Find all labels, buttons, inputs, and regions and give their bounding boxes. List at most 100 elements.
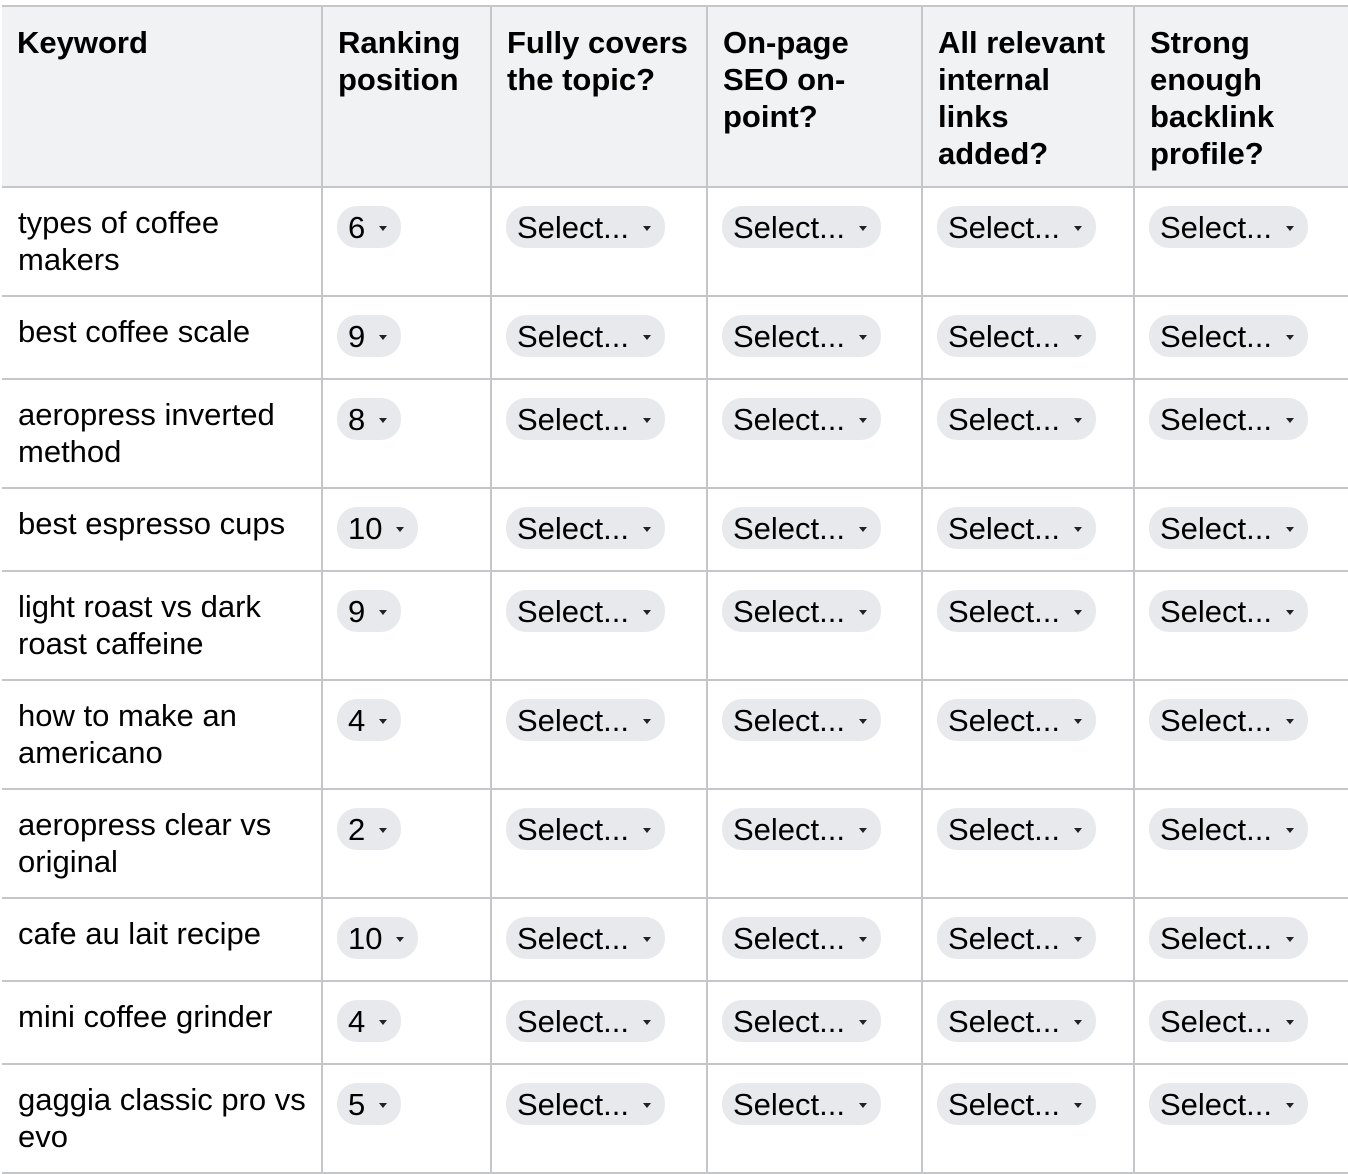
dropdown-value: Select... — [1160, 811, 1272, 847]
fully-covers-dropdown[interactable]: Select... — [506, 1083, 665, 1125]
backlinks-dropdown[interactable]: Select... — [1149, 808, 1308, 850]
internal-links-dropdown[interactable]: Select... — [937, 1083, 1096, 1125]
table-row: best coffee scale 9 Select... Select... … — [2, 295, 1348, 380]
dropdown-arrow-icon — [643, 334, 651, 340]
dropdown-arrow-icon — [1286, 1102, 1294, 1108]
dropdown-arrow-icon — [1286, 526, 1294, 532]
onpage-seo-dropdown[interactable]: Select... — [722, 699, 881, 741]
ranking-value: 4 — [348, 702, 366, 738]
onpage-seo-dropdown[interactable]: Select... — [722, 917, 881, 959]
ranking-dropdown[interactable]: 6 — [337, 206, 402, 248]
ranking-dropdown[interactable]: 2 — [337, 808, 402, 850]
fully-covers-dropdown[interactable]: Select... — [506, 699, 665, 741]
dropdown-arrow-icon — [859, 609, 867, 615]
ranking-dropdown[interactable]: 8 — [337, 398, 402, 440]
backlinks-dropdown[interactable]: Select... — [1149, 917, 1308, 959]
ranking-dropdown[interactable]: 10 — [337, 507, 419, 549]
keyword-text: mini coffee grinder — [18, 999, 273, 1034]
onpage-seo-cell: Select... — [706, 679, 923, 790]
keyword-text: how to make an americano — [18, 698, 237, 770]
ranking-value: 5 — [348, 1086, 366, 1122]
dropdown-arrow-icon — [379, 334, 388, 340]
keyword-text: best coffee scale — [18, 314, 251, 349]
backlinks-dropdown[interactable]: Select... — [1149, 699, 1308, 741]
internal-links-dropdown[interactable]: Select... — [937, 590, 1096, 632]
internal-links-dropdown[interactable]: Select... — [937, 1000, 1096, 1042]
onpage-seo-dropdown[interactable]: Select... — [722, 808, 881, 850]
ranking-dropdown[interactable]: 5 — [337, 1083, 402, 1125]
fully-covers-dropdown[interactable]: Select... — [506, 590, 665, 632]
ranking-value: 4 — [348, 1003, 366, 1039]
table-row: gaggia classic pro vs evo 5 Select... Se… — [2, 1063, 1348, 1174]
ranking-value: 9 — [348, 318, 366, 354]
ranking-value: 6 — [348, 209, 366, 245]
ranking-dropdown[interactable]: 10 — [337, 917, 419, 959]
table-row: aeropress clear vs original 2 Select... … — [2, 788, 1348, 899]
onpage-seo-dropdown[interactable]: Select... — [722, 1083, 881, 1125]
dropdown-arrow-icon — [1074, 417, 1082, 423]
keyword-cell: mini coffee grinder — [2, 980, 323, 1065]
dropdown-arrow-icon — [379, 609, 388, 615]
internal-links-cell: Select... — [921, 295, 1135, 380]
keyword-text: light roast vs dark roast caffeine — [18, 589, 261, 661]
dropdown-value: Select... — [948, 920, 1060, 956]
internal-links-cell: Select... — [921, 788, 1135, 899]
dropdown-value: Select... — [948, 702, 1060, 738]
fully-covers-dropdown[interactable]: Select... — [506, 398, 665, 440]
backlinks-dropdown[interactable]: Select... — [1149, 398, 1308, 440]
internal-links-dropdown[interactable]: Select... — [937, 917, 1096, 959]
dropdown-arrow-icon — [643, 417, 651, 423]
internal-links-dropdown[interactable]: Select... — [937, 398, 1096, 440]
internal-links-dropdown[interactable]: Select... — [937, 808, 1096, 850]
onpage-seo-dropdown[interactable]: Select... — [722, 590, 881, 632]
backlinks-dropdown[interactable]: Select... — [1149, 507, 1308, 549]
dropdown-value: Select... — [948, 510, 1060, 546]
fully-covers-dropdown[interactable]: Select... — [506, 1000, 665, 1042]
dropdown-arrow-icon — [379, 718, 388, 724]
dropdown-value: Select... — [733, 1003, 845, 1039]
dropdown-arrow-icon — [859, 225, 867, 231]
fully-covers-dropdown[interactable]: Select... — [506, 206, 665, 248]
ranking-cell: 4 — [321, 679, 492, 790]
header-internal-links: All relevant internal links added? — [921, 5, 1135, 188]
onpage-seo-cell: Select... — [706, 487, 923, 572]
internal-links-dropdown[interactable]: Select... — [937, 507, 1096, 549]
internal-links-cell: Select... — [921, 570, 1135, 681]
internal-links-dropdown[interactable]: Select... — [937, 699, 1096, 741]
backlinks-dropdown[interactable]: Select... — [1149, 315, 1308, 357]
onpage-seo-cell: Select... — [706, 570, 923, 681]
ranking-value: 10 — [348, 510, 383, 546]
ranking-cell: 10 — [321, 487, 492, 572]
ranking-dropdown[interactable]: 9 — [337, 315, 402, 357]
onpage-seo-dropdown[interactable]: Select... — [722, 315, 881, 357]
ranking-dropdown[interactable]: 4 — [337, 699, 402, 741]
fully-covers-dropdown[interactable]: Select... — [506, 808, 665, 850]
fully-covers-dropdown[interactable]: Select... — [506, 917, 665, 959]
dropdown-value: Select... — [733, 510, 845, 546]
dropdown-value: Select... — [1160, 209, 1272, 245]
dropdown-value: Select... — [517, 1086, 629, 1122]
internal-links-dropdown[interactable]: Select... — [937, 315, 1096, 357]
backlinks-dropdown[interactable]: Select... — [1149, 1083, 1308, 1125]
dropdown-value: Select... — [1160, 1003, 1272, 1039]
fully-covers-dropdown[interactable]: Select... — [506, 507, 665, 549]
internal-links-dropdown[interactable]: Select... — [937, 206, 1096, 248]
ranking-cell: 9 — [321, 570, 492, 681]
backlinks-dropdown[interactable]: Select... — [1149, 1000, 1308, 1042]
dropdown-value: Select... — [733, 401, 845, 437]
onpage-seo-dropdown[interactable]: Select... — [722, 1000, 881, 1042]
fully-covers-dropdown[interactable]: Select... — [506, 315, 665, 357]
ranking-cell: 10 — [321, 897, 492, 982]
backlinks-dropdown[interactable]: Select... — [1149, 590, 1308, 632]
ranking-dropdown[interactable]: 4 — [337, 1000, 402, 1042]
header-backlinks: Strong enough backlink profile? — [1133, 5, 1348, 188]
dropdown-arrow-icon — [1074, 334, 1082, 340]
ranking-value: 2 — [348, 811, 366, 847]
backlinks-dropdown[interactable]: Select... — [1149, 206, 1308, 248]
onpage-seo-dropdown[interactable]: Select... — [722, 398, 881, 440]
dropdown-value: Select... — [733, 811, 845, 847]
keyword-cell: cafe au lait recipe — [2, 897, 323, 982]
onpage-seo-dropdown[interactable]: Select... — [722, 206, 881, 248]
ranking-dropdown[interactable]: 9 — [337, 590, 402, 632]
onpage-seo-dropdown[interactable]: Select... — [722, 507, 881, 549]
